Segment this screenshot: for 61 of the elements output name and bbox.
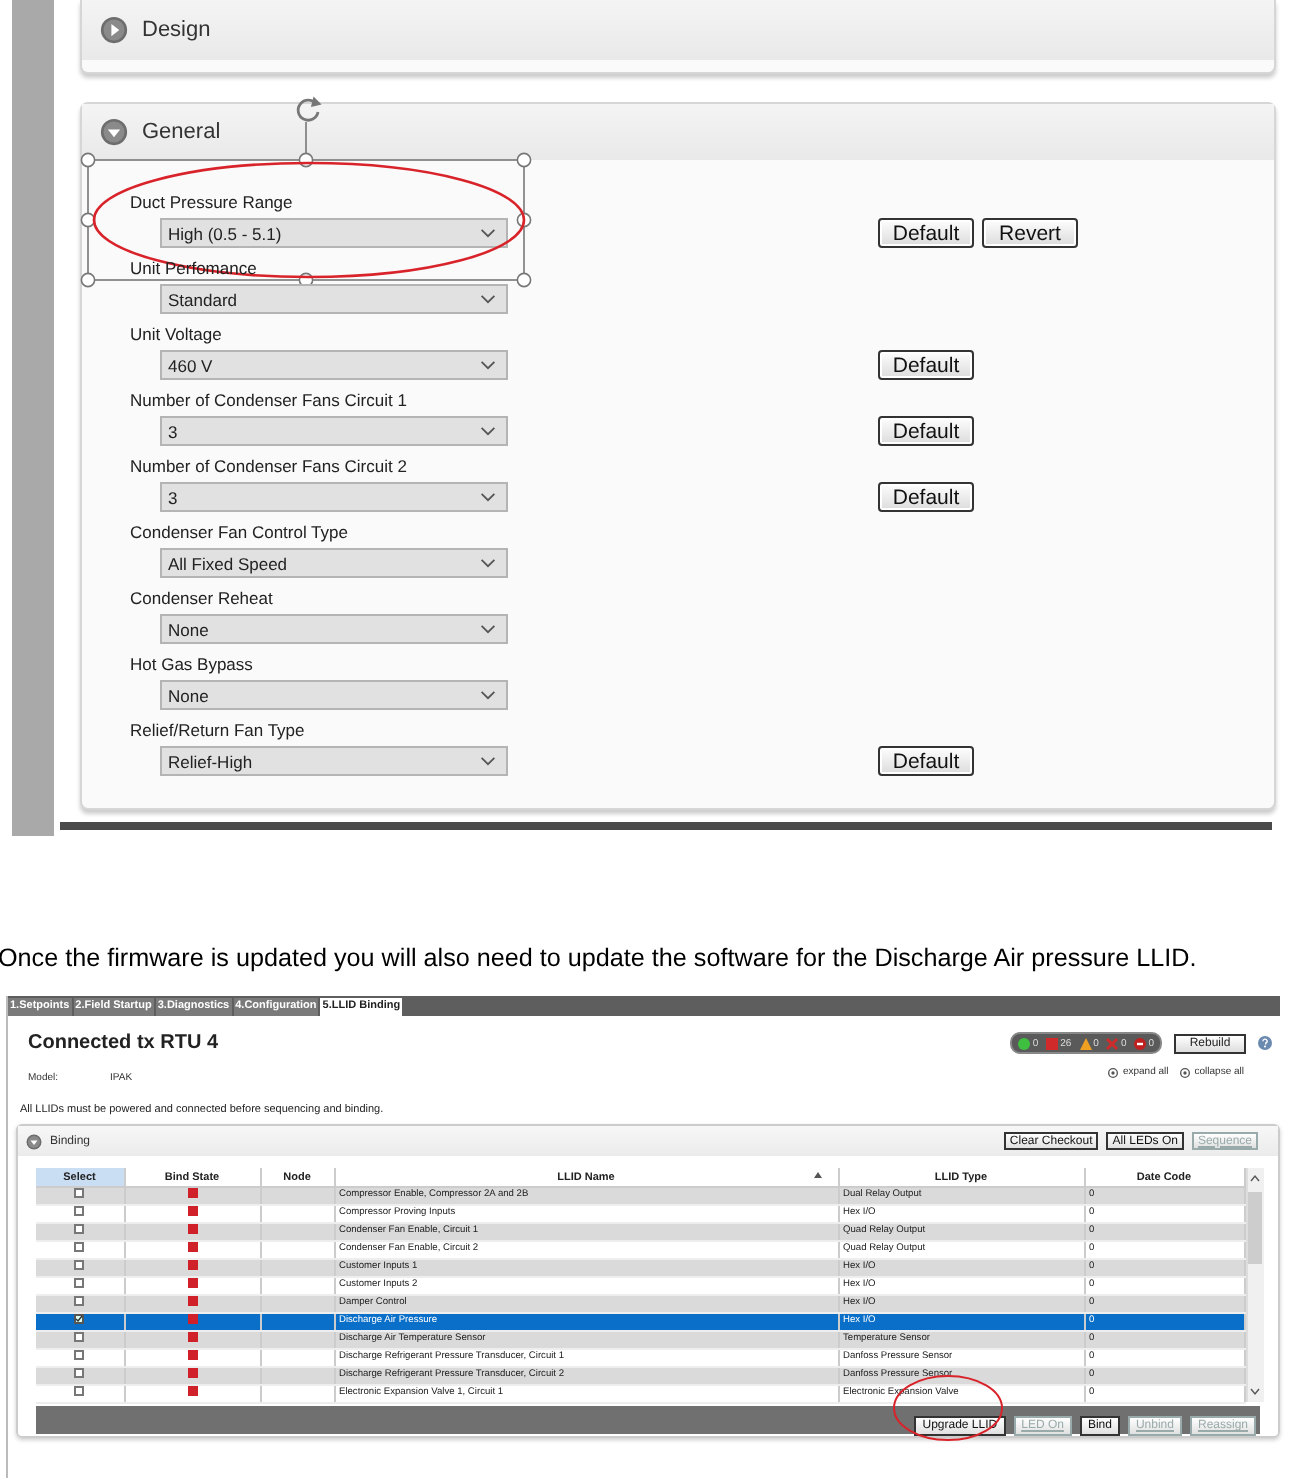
- collapse-icon[interactable]: [100, 118, 128, 146]
- field-label: Unit Voltage: [130, 322, 222, 348]
- dropdown[interactable]: 3: [160, 482, 508, 512]
- help-icon[interactable]: [1258, 1036, 1272, 1050]
- chevron-icon: [480, 360, 496, 370]
- collapse-icon: [1180, 1067, 1191, 1077]
- expand-icon: [1108, 1067, 1119, 1077]
- checkbox[interactable]: [74, 1332, 85, 1343]
- dropdown[interactable]: None: [160, 614, 508, 644]
- field-label: Hot Gas Bypass: [130, 652, 253, 678]
- blocked-icon: [1134, 1037, 1147, 1049]
- unit-title: Connected tx RTU 4: [28, 1032, 219, 1056]
- section-title: General: [142, 120, 221, 144]
- checkbox[interactable]: [74, 1242, 85, 1253]
- collapse-icon[interactable]: [26, 1133, 42, 1149]
- field-label: Duct Pressure Range: [130, 190, 293, 216]
- scroll-down-icon[interactable]: [1250, 1388, 1261, 1396]
- checkbox[interactable]: [74, 1188, 85, 1199]
- expand-icon[interactable]: [100, 16, 128, 44]
- chevron-icon: [480, 228, 496, 238]
- action-button[interactable]: Default: [878, 350, 974, 380]
- dropdown[interactable]: All Fixed Speed: [160, 548, 508, 578]
- field-label: Number of Condenser Fans Circuit 1: [130, 388, 407, 414]
- chevron-icon: [480, 294, 496, 304]
- dropdown[interactable]: Relief-High: [160, 746, 508, 776]
- fault-square-icon: [1046, 1037, 1059, 1049]
- chevron-icon: [480, 690, 496, 700]
- action-button[interactable]: Revert: [982, 218, 1078, 248]
- dropdown[interactable]: Standard: [160, 284, 508, 314]
- checkbox[interactable]: [74, 1224, 85, 1235]
- chevron-icon: [480, 756, 496, 766]
- checkbox[interactable]: [74, 1314, 85, 1325]
- dropdown[interactable]: High (0.5 - 5.1): [160, 218, 508, 248]
- chevron-icon: [480, 558, 496, 568]
- warning-icon: [1079, 1037, 1092, 1049]
- sort-icon: [813, 1172, 821, 1178]
- scroll-up-icon[interactable]: [1250, 1174, 1261, 1182]
- action-button[interactable]: Default: [878, 218, 974, 248]
- action-button[interactable]: Default: [878, 482, 974, 512]
- field-label: Condenser Fan Control Type: [130, 520, 348, 546]
- checkbox[interactable]: [74, 1206, 85, 1217]
- field-label: Relief/Return Fan Type: [130, 718, 305, 744]
- checkbox[interactable]: [74, 1260, 85, 1271]
- action-button[interactable]: Default: [878, 416, 974, 446]
- dropdown[interactable]: None: [160, 680, 508, 710]
- dropdown[interactable]: 3: [160, 416, 508, 446]
- ok-dot-icon: [1018, 1037, 1031, 1049]
- checkbox[interactable]: [74, 1296, 85, 1307]
- error-x-icon: [1106, 1037, 1119, 1049]
- field-label: Condenser Reheat: [130, 586, 273, 612]
- checkbox[interactable]: [74, 1278, 85, 1289]
- chevron-icon: [480, 624, 496, 634]
- dropdown[interactable]: 460 V: [160, 350, 508, 380]
- chevron-icon: [480, 426, 496, 436]
- chevron-icon: [480, 492, 496, 502]
- field-label: Number of Condenser Fans Circuit 2: [130, 454, 407, 480]
- action-button[interactable]: Default: [878, 746, 974, 776]
- checkbox[interactable]: [74, 1350, 85, 1361]
- checkbox[interactable]: [74, 1386, 85, 1397]
- checkbox[interactable]: [74, 1368, 85, 1379]
- section-title: Design: [142, 18, 211, 42]
